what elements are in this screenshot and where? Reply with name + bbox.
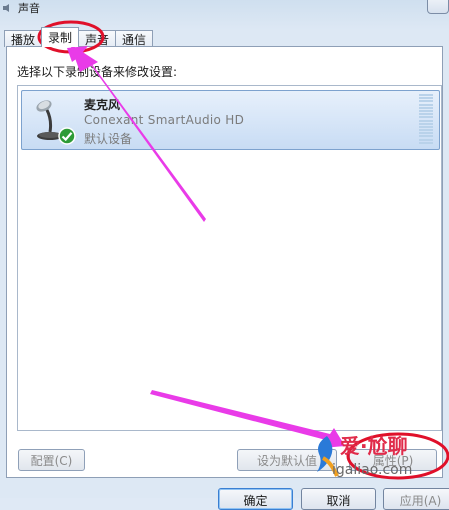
watermark-brand: 爱·尬聊 bbox=[340, 434, 408, 458]
tab-recording[interactable]: 录制 bbox=[41, 27, 80, 47]
device-driver: Conexant SmartAudio HD bbox=[84, 113, 245, 127]
level-meter bbox=[419, 94, 433, 144]
instruction-text: 选择以下录制设备来修改设置: bbox=[17, 65, 178, 79]
tab-sounds[interactable]: 声音 bbox=[78, 30, 117, 47]
apply-button[interactable]: 应用(A) bbox=[383, 488, 449, 510]
sound-dialog: 声音 播放 录制 声音 通信 选择以下录制设备来修改设置: 麦克风 Conexa… bbox=[0, 0, 449, 510]
device-name: 麦克风 bbox=[84, 98, 121, 112]
cancel-button[interactable]: 取消 bbox=[301, 488, 376, 510]
speaker-icon bbox=[3, 4, 9, 12]
tab-communications[interactable]: 通信 bbox=[115, 30, 154, 47]
close-button[interactable] bbox=[427, 0, 449, 14]
ok-button[interactable]: 确定 bbox=[218, 488, 293, 510]
device-list: 麦克风 Conexant SmartAudio HD 默认设备 bbox=[17, 85, 442, 431]
recording-panel: 选择以下录制设备来修改设置: 麦克风 Conexant SmartAudio H… bbox=[6, 46, 443, 478]
configure-button[interactable]: 配置(C) bbox=[18, 449, 85, 471]
device-status: 默认设备 bbox=[84, 132, 133, 146]
green-check-icon bbox=[58, 127, 76, 145]
title-bar: 声音 bbox=[0, 0, 449, 16]
window-title: 声音 bbox=[18, 2, 40, 15]
tab-bar: 播放 录制 声音 通信 bbox=[4, 27, 154, 47]
device-item-microphone[interactable]: 麦克风 Conexant SmartAudio HD 默认设备 bbox=[21, 90, 440, 150]
watermark-url: igaliao.com bbox=[332, 462, 413, 478]
tab-playback[interactable]: 播放 bbox=[4, 30, 43, 47]
